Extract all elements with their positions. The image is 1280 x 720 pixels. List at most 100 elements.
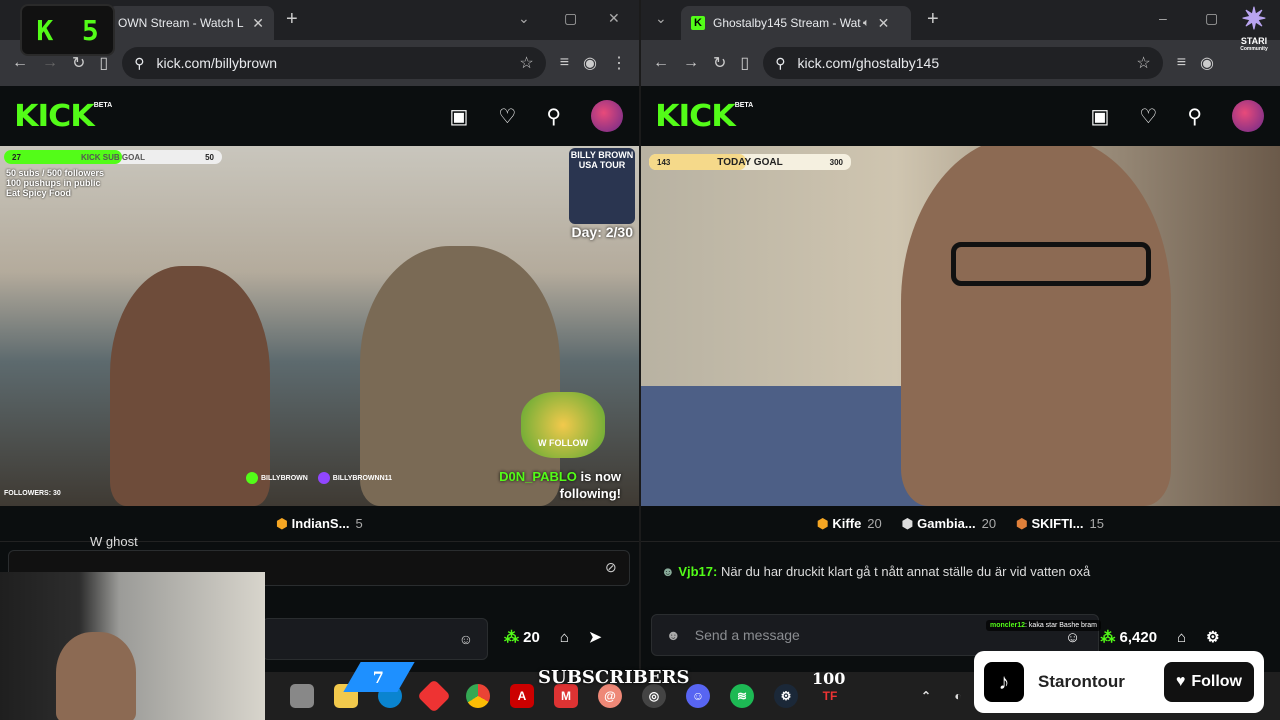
- chat-input[interactable]: ☺: [262, 618, 488, 660]
- tiny-chat-user: moncler12: [990, 622, 1026, 629]
- goal-target: 300: [829, 157, 843, 167]
- kicks-balance[interactable]: ⁂ 20: [504, 628, 540, 646]
- kick-logo[interactable]: KICK: [655, 99, 736, 134]
- settings-gear-icon[interactable]: ⚙: [1206, 628, 1219, 646]
- kick-favicon-icon: K: [691, 16, 705, 30]
- gifter-count: 20: [867, 515, 882, 531]
- tray-app-icon[interactable]: ◐: [946, 684, 970, 708]
- maximize-icon[interactable]: ▢: [564, 10, 577, 27]
- gifter-item[interactable]: ⬢ IndianS... 5: [276, 516, 362, 532]
- minimize-icon[interactable]: –: [1159, 10, 1167, 26]
- audio-icon[interactable]: 🔈︎: [863, 17, 870, 30]
- avatar[interactable]: [591, 100, 623, 132]
- following-heart-icon[interactable]: ♡: [1139, 104, 1157, 129]
- search-icon[interactable]: ⚲: [546, 104, 561, 129]
- search-icon[interactable]: ⚲: [1187, 104, 1202, 129]
- hide-eye-icon[interactable]: ⊘: [605, 559, 617, 576]
- new-tab-icon[interactable]: +: [927, 8, 939, 31]
- today-goal-bar: 143 TODAY GOAL 300: [649, 154, 851, 170]
- site-settings-icon[interactable]: ⚲: [134, 55, 144, 72]
- spotify-icon[interactable]: ≋: [730, 684, 754, 708]
- browse-icon[interactable]: ▣: [1091, 104, 1110, 129]
- back-icon[interactable]: ←: [653, 54, 669, 72]
- star-icon: ✷: [1241, 3, 1267, 36]
- menu-icon[interactable]: ⋮: [611, 53, 627, 73]
- tab-ghostalby[interactable]: K Ghostalby145 Stream - Wat 🔈︎ ✕: [681, 6, 911, 40]
- twitch-icon: [317, 472, 330, 484]
- w-follow-sticker: W FOLLOW: [521, 392, 605, 458]
- chat-text: När du har druckit klart gå t nått annat…: [720, 564, 1091, 579]
- right-browser-window: ⌄ K Ghostalby145 Stream - Wat 🔈︎ ✕ + – ▢…: [641, 0, 1280, 672]
- store-icon[interactable]: ⌂: [560, 629, 569, 646]
- following-heart-icon[interactable]: ♡: [498, 104, 516, 129]
- steam-icon[interactable]: ⚙: [774, 684, 798, 708]
- url-input[interactable]: ⚲ kick.com/ghostalby145 ☆: [763, 47, 1163, 79]
- minimize-icon[interactable]: ⌄: [518, 10, 530, 27]
- close-window-icon[interactable]: ✕: [608, 10, 620, 27]
- stream-video[interactable]: 143 TODAY GOAL 300: [641, 146, 1280, 506]
- tab-search-icon[interactable]: ⌄: [655, 10, 667, 27]
- bookmark-star-icon[interactable]: ☆: [519, 53, 533, 73]
- media-icon[interactable]: ≡: [1177, 54, 1186, 72]
- maximize-icon[interactable]: ▢: [1205, 10, 1218, 27]
- split-view-icon[interactable]: ▯: [99, 53, 108, 73]
- file-icon[interactable]: [290, 684, 314, 708]
- media-icon[interactable]: ≡: [560, 54, 569, 72]
- star-logo-sub: Community: [1240, 46, 1268, 52]
- emoji-icon[interactable]: ☺: [1065, 629, 1080, 646]
- app-diamond-icon[interactable]: [417, 679, 451, 713]
- tray-chevron-icon[interactable]: ⌃: [914, 684, 938, 708]
- stream-video[interactable]: 27 KICK SUB GOAL 50 50 subs / 500 follow…: [0, 146, 639, 506]
- follow-label: Follow: [1191, 673, 1242, 690]
- kick-logo[interactable]: KICK: [14, 99, 95, 134]
- bookmark-star-icon[interactable]: ☆: [1136, 53, 1150, 73]
- kicks-count: 6,420: [1119, 629, 1158, 646]
- reload-icon[interactable]: ↻: [713, 53, 726, 73]
- browse-icon[interactable]: ▣: [450, 104, 469, 129]
- split-view-icon[interactable]: ▯: [740, 53, 749, 73]
- follow-button[interactable]: ♥ Follow: [1163, 662, 1254, 702]
- gifter-item[interactable]: ⬢ Kiffe 20: [817, 516, 882, 532]
- user-badge-icon: ☻: [661, 564, 675, 579]
- forward-icon[interactable]: →: [42, 54, 58, 72]
- subscribers-count: 100: [812, 669, 846, 688]
- follow-alert: D0N_PABLO is now following!: [499, 468, 621, 502]
- goal-current: 143: [657, 157, 671, 167]
- tab-billybrown[interactable]: OWN Stream - Watch Li ✕: [108, 6, 274, 40]
- avatar[interactable]: [1232, 100, 1264, 132]
- emoji-icon[interactable]: ☺: [459, 631, 473, 647]
- glasses: [951, 242, 1151, 286]
- seven-count: 7: [373, 667, 385, 687]
- profile-icon[interactable]: ◉: [583, 53, 597, 73]
- facecam: [0, 572, 265, 720]
- kicks-balance[interactable]: ⁂ 6,420: [1100, 628, 1157, 646]
- new-tab-icon[interactable]: +: [286, 8, 298, 31]
- forward-icon[interactable]: →: [683, 54, 699, 72]
- close-tab-icon[interactable]: ✕: [252, 15, 264, 32]
- tour-badge-text: BILLY BROWN USA TOUR: [570, 150, 634, 170]
- send-icon[interactable]: ➤: [589, 628, 602, 646]
- gifter-item[interactable]: ⬢ Gambia... 20: [902, 516, 996, 532]
- app-a-icon[interactable]: A: [510, 684, 534, 708]
- chat-placeholder: Send a message: [694, 627, 800, 643]
- gifter-item[interactable]: ⬢ SKIFTI... 15: [1016, 516, 1104, 532]
- goal-notes: 50 subs / 500 followers 100 pushups in p…: [6, 168, 104, 198]
- tiktok-icon: ♪: [984, 662, 1024, 702]
- streamer-woman: [110, 266, 270, 506]
- facecam-person: [56, 632, 136, 720]
- close-tab-icon[interactable]: ✕: [878, 15, 890, 32]
- site-settings-icon[interactable]: ⚲: [775, 55, 785, 72]
- social-kick: BILLYBROWN: [246, 472, 308, 484]
- chat-username[interactable]: Vjb17: [678, 564, 713, 579]
- profile-icon[interactable]: ◉: [1200, 53, 1214, 73]
- back-icon[interactable]: ←: [12, 54, 28, 72]
- social-handle: BILLYBROWN: [261, 474, 308, 482]
- store-icon[interactable]: ⌂: [1177, 629, 1186, 646]
- reload-icon[interactable]: ↻: [72, 53, 85, 73]
- social-twitch: BILLYBROWNN11: [317, 472, 392, 484]
- goal-note: 100 pushups in public: [6, 178, 101, 188]
- tab-bar: ⌄ K Ghostalby145 Stream - Wat 🔈︎ ✕ + – ▢: [641, 0, 1280, 40]
- chrome-icon[interactable]: [466, 684, 490, 708]
- tiny-chat-msg: kaka star Bashe bram: [1028, 622, 1098, 629]
- url-input[interactable]: ⚲ kick.com/billybrown ☆: [122, 47, 546, 79]
